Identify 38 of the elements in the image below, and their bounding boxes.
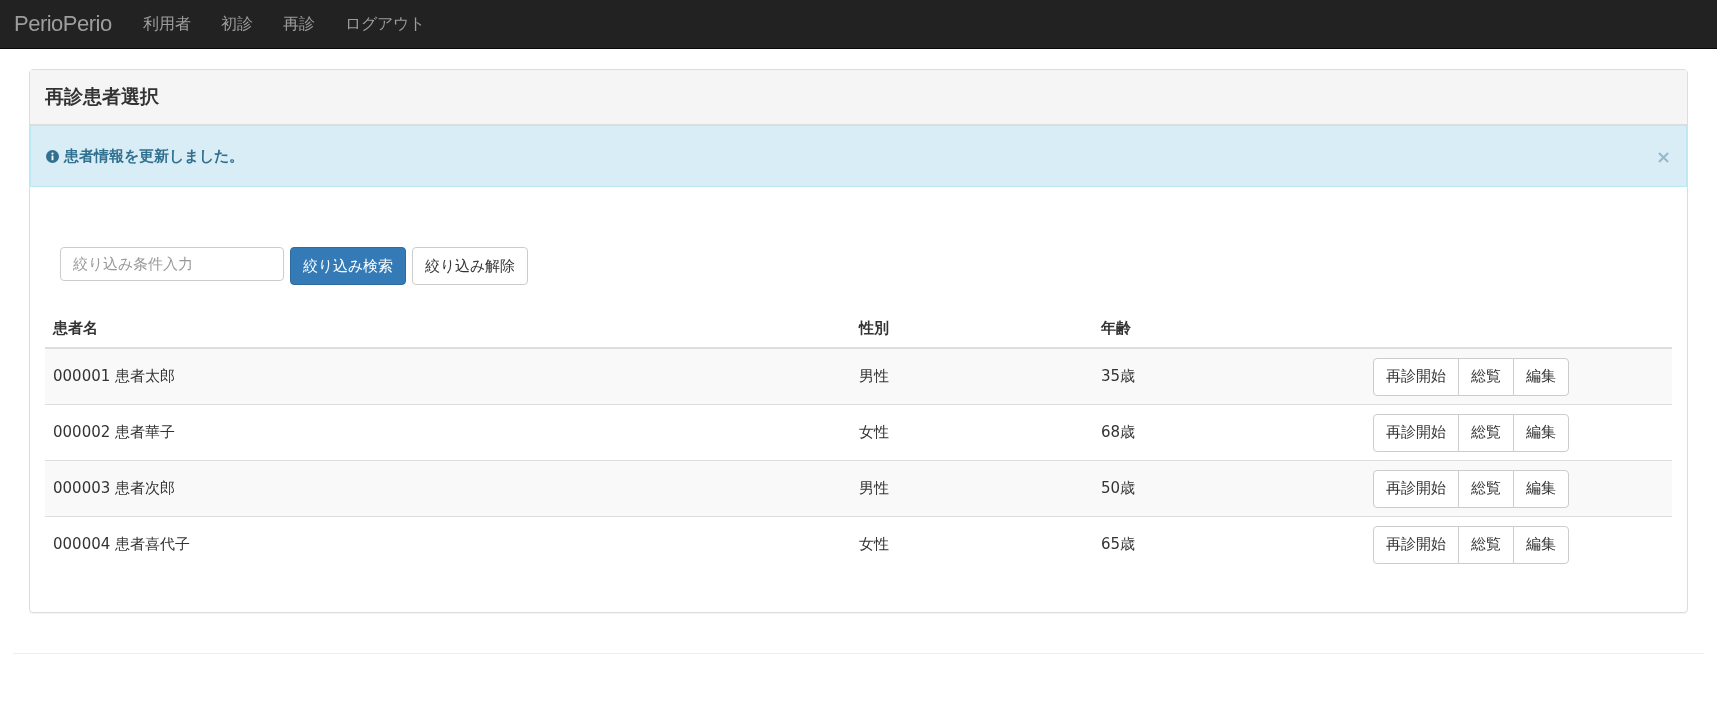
column-header: 性別 xyxy=(859,318,889,337)
action-button[interactable]: 編集 xyxy=(1513,357,1569,396)
column-header: 年齢 xyxy=(1101,318,1131,337)
column-header: 患者名 xyxy=(53,318,98,337)
action-button[interactable]: 再診開始 xyxy=(1373,413,1459,452)
panel-title: 再診患者選択 xyxy=(45,84,159,109)
table-cell: 000004 患者喜代子 xyxy=(53,535,191,553)
table-cell: 000002 患者華子 xyxy=(53,423,176,441)
brand-logo[interactable]: PerioPerio xyxy=(14,11,112,37)
table-cell: 男性 xyxy=(859,479,889,497)
action-button[interactable]: 再診開始 xyxy=(1373,469,1459,508)
table-cell: 女性 xyxy=(859,423,889,441)
action-button[interactable]: 編集 xyxy=(1513,413,1569,452)
table-cell: 男性 xyxy=(859,367,889,385)
table-cell: 65歳 xyxy=(1101,535,1136,553)
filter-input[interactable]: 絞り込み条件入力 xyxy=(60,247,284,281)
action-button[interactable]: 再診開始 xyxy=(1373,525,1459,564)
table-cell: 68歳 xyxy=(1101,423,1136,441)
action-button[interactable]: 編集 xyxy=(1513,525,1569,564)
nav-link[interactable]: 再診 xyxy=(267,13,330,35)
action-button[interactable]: 総覧 xyxy=(1458,469,1514,508)
nav-link[interactable]: 初診 xyxy=(205,13,268,35)
nav-link[interactable]: 利用者 xyxy=(127,13,206,35)
action-button[interactable]: 総覧 xyxy=(1458,413,1514,452)
table-cell: 35歳 xyxy=(1101,367,1136,385)
action-button[interactable]: 総覧 xyxy=(1458,357,1514,396)
table-cell: 女性 xyxy=(859,535,889,553)
action-button[interactable]: 総覧 xyxy=(1458,525,1514,564)
table-cell: 000003 患者次郎 xyxy=(53,479,176,497)
alert-message: 患者情報を更新しました。 xyxy=(64,146,244,166)
table-cell: 50歳 xyxy=(1101,479,1136,497)
search-button[interactable]: 絞り込み検索 xyxy=(290,247,406,285)
clear-button[interactable]: 絞り込み解除 xyxy=(412,247,528,285)
table-cell: 000001 患者太郎 xyxy=(53,367,176,385)
action-button[interactable]: 編集 xyxy=(1513,469,1569,508)
action-button[interactable]: 再診開始 xyxy=(1373,357,1459,396)
nav-link[interactable]: ログアウト xyxy=(329,13,440,35)
info-icon xyxy=(46,149,59,163)
